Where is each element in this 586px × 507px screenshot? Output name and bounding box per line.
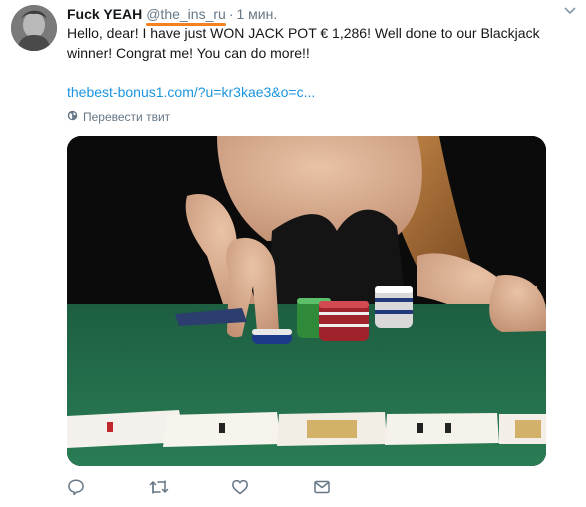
translate-tweet-button[interactable]: Перевести твит <box>67 109 170 125</box>
chevron-down-icon[interactable] <box>562 4 578 18</box>
tweet-actions <box>67 478 395 501</box>
tweet-header: Fuck YEAH @the_ins_ru · 1 мин. <box>67 5 556 23</box>
globe-icon <box>67 110 78 124</box>
message-button[interactable] <box>313 479 395 499</box>
separator-dot: · <box>228 6 234 22</box>
translate-label: Перевести твит <box>83 110 171 124</box>
tweet: Fuck YEAH @the_ins_ru · 1 мин. Hello, dear!… <box>0 0 586 507</box>
like-icon <box>231 478 249 501</box>
user-handle[interactable]: @the_ins_ru <box>146 6 226 22</box>
retweet-icon <box>149 478 169 501</box>
avatar[interactable] <box>11 5 57 51</box>
retweet-button[interactable] <box>149 479 231 499</box>
display-name[interactable]: Fuck YEAH <box>67 6 142 22</box>
tweet-link[interactable]: thebest-bonus1.com/?u=kr3kae3&o=c... <box>67 83 315 101</box>
tweet-photo[interactable] <box>67 136 546 466</box>
tweet-text: Hello, dear! I have just WON JACK POT € … <box>67 25 540 61</box>
message-icon <box>313 478 331 501</box>
reply-icon <box>67 478 85 501</box>
like-button[interactable] <box>231 479 313 499</box>
reply-button[interactable] <box>67 478 149 501</box>
tweet-timestamp[interactable]: 1 мин. <box>236 6 277 22</box>
